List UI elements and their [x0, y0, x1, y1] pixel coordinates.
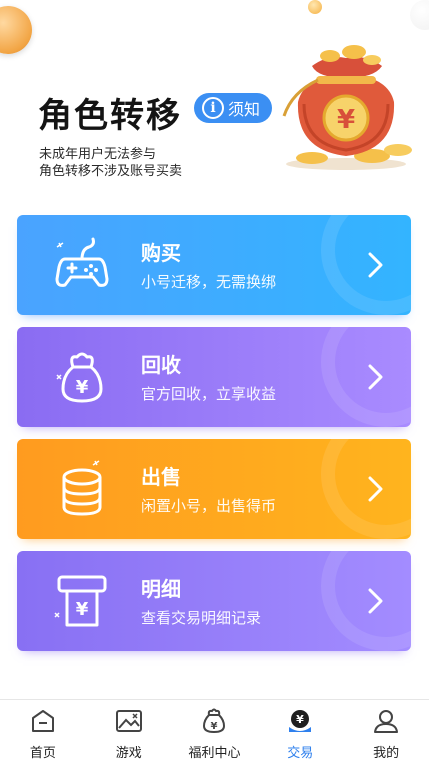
buy-card-title: 购买 — [141, 241, 181, 265]
receipt-icon: ¥ — [54, 575, 107, 627]
page-title: 角色转移 — [38, 96, 182, 136]
svg-text:¥: ¥ — [76, 377, 89, 398]
tab-games[interactable]: 游戏 — [86, 700, 172, 763]
tab-home[interactable]: 首页 — [0, 700, 86, 763]
tab-mine-label: 我的 — [373, 746, 400, 761]
tab-trade-label: 交易 — [287, 746, 314, 761]
coin-stack-icon — [62, 460, 102, 516]
coin-decoration-small — [308, 0, 322, 14]
sell-card[interactable]: 出售 闲置小号，出售得币 — [17, 439, 411, 539]
info-icon: i — [202, 97, 224, 119]
trade-menu: 购买 小号迁移，无需换绑 ¥ 回收 官方回收，立享收益 出售 闲置小号，出售得币 — [17, 215, 411, 663]
page-subtitle: 未成年用户无法参与 角色转移不涉及账号买卖 — [39, 146, 182, 180]
detail-card[interactable]: ¥ 明细 查看交易明细记录 — [17, 551, 411, 651]
detail-card-desc: 查看交易明细记录 — [141, 609, 262, 627]
recycle-card[interactable]: ¥ 回收 官方回收，立享收益 — [17, 327, 411, 427]
money-bag-icon: ¥ — [56, 352, 103, 403]
recycle-card-desc: 官方回收，立享收益 — [141, 385, 277, 403]
gamepad-icon — [55, 237, 109, 287]
subtitle-line-2: 角色转移不涉及账号买卖 — [39, 164, 183, 179]
tab-home-label: 首页 — [29, 746, 56, 761]
notice-button[interactable]: i 须知 — [194, 93, 273, 123]
sell-card-desc: 闲置小号，出售得币 — [141, 497, 277, 515]
welfare-bag-icon: ¥ — [203, 708, 226, 733]
tab-welfare-label: 福利中心 — [188, 746, 241, 761]
chevron-right-icon — [368, 476, 383, 502]
home-icon — [31, 710, 54, 732]
detail-card-title: 明细 — [141, 577, 181, 601]
svg-text:¥: ¥ — [337, 105, 355, 135]
tab-mine[interactable]: 我的 — [343, 700, 429, 763]
subtitle-line-1: 未成年用户无法参与 — [39, 147, 157, 162]
game-image-icon — [115, 710, 142, 732]
profile-icon — [374, 710, 399, 733]
sell-card-title: 出售 — [141, 465, 181, 489]
buy-card-desc: 小号迁移，无需换绑 — [141, 273, 277, 291]
svg-text:¥: ¥ — [76, 599, 89, 620]
bottom-tab-bar: 首页 游戏 ¥ 福利中心 ¥ 交易 我的 — [0, 699, 429, 763]
chevron-right-icon — [368, 252, 383, 278]
tab-games-label: 游戏 — [115, 746, 142, 761]
tab-trade[interactable]: ¥ 交易 — [257, 700, 343, 763]
chevron-right-icon — [368, 364, 383, 390]
recycle-card-title: 回收 — [141, 353, 181, 377]
buy-card[interactable]: 购买 小号迁移，无需换绑 — [17, 215, 411, 315]
money-bag-illustration: ¥ — [282, 45, 412, 170]
svg-text:¥: ¥ — [296, 713, 304, 726]
status-bar: 10 — [0, 0, 429, 26]
svg-text:¥: ¥ — [211, 721, 218, 732]
chevron-right-icon — [368, 588, 383, 614]
notice-label: 须知 — [228, 100, 261, 119]
tab-welfare[interactable]: ¥ 福利中心 — [172, 700, 258, 763]
trade-icon: ¥ — [289, 710, 312, 732]
